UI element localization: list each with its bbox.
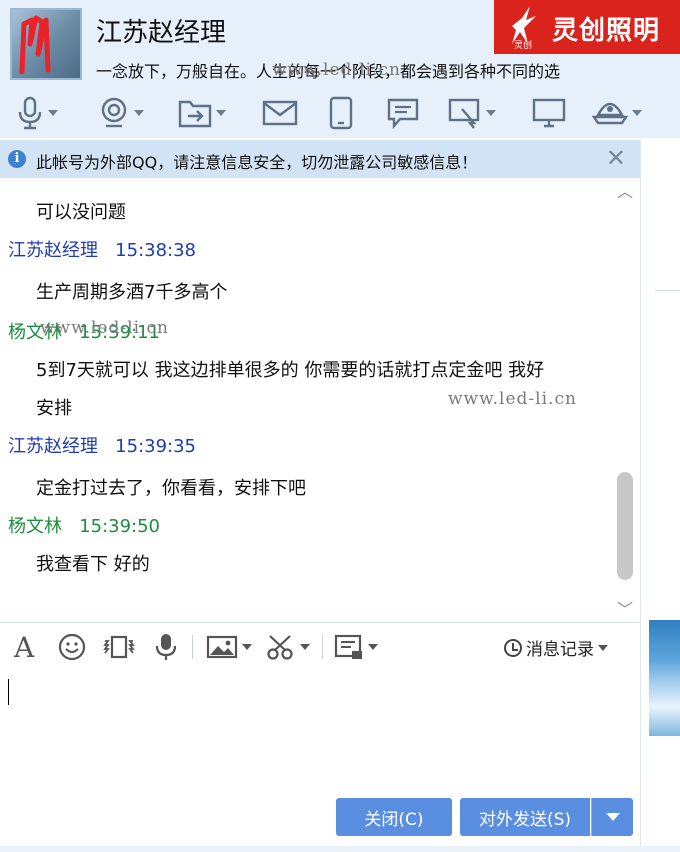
scroll-up-icon[interactable]: ︿ [614,184,636,200]
watermark: www.led-li.cn [272,60,401,80]
message-text: 可以没问题 [36,202,126,223]
message-text: 我查看下 好的 [36,554,150,575]
text-cursor [8,679,9,705]
info-icon: i [8,150,26,168]
watermark: www.led-li.cn [448,389,577,409]
message-time: 15:39:50 [79,516,161,537]
right-side-panel [640,140,680,852]
notice-close-icon[interactable]: ✕ [606,146,626,170]
message-time: 15:39:35 [115,436,197,457]
contact-avatar[interactable] [10,8,82,80]
notice-text: 此帐号为外部QQ，请注意信息安全，切勿泄露公司敏感信息！ [36,153,478,172]
file-transfer-icon[interactable] [178,96,226,130]
brand-logo-sub: 灵创 [514,41,533,51]
message-header: 江苏赵经理 15:38:38 [8,236,196,262]
chevron-down-icon [605,813,620,821]
message-sender[interactable]: 江苏赵经理 [8,436,98,457]
message-header: 江苏赵经理 15:39:35 [8,432,196,458]
message-history-label: 消息记录 [526,640,594,660]
scroll-down-icon[interactable]: ﹀ [614,602,636,618]
monitor-icon[interactable] [532,96,566,130]
panel-image [649,620,680,736]
message-time: 15:38:38 [115,240,197,261]
message-text: 定金打过去了，你看看，安排下吧 [36,478,306,499]
message-sender[interactable]: 江苏赵经理 [8,240,98,261]
mail-icon[interactable] [262,96,298,130]
watermark: www.led-li.cn [40,318,169,338]
font-icon[interactable]: A [14,631,34,664]
chat-scrollbar[interactable] [617,472,633,580]
brand-logo-text: 灵创照明 [552,16,661,46]
brand-logo: 灵创照明 灵创 [494,0,680,54]
message-input[interactable] [0,671,640,791]
camera-icon[interactable] [98,96,144,130]
message-text-continued: 安排 [36,398,72,419]
message-header: 杨文林 15:39:50 [8,512,160,538]
chat-bubble-icon[interactable] [386,96,420,130]
shake-icon[interactable] [102,631,136,663]
screen-share-icon[interactable] [448,96,496,130]
app-dock-icon[interactable] [592,96,642,130]
message-sender[interactable]: 杨文林 [8,516,62,537]
call-toolbar [0,90,680,138]
message-template-icon[interactable] [334,631,378,663]
voice-message-icon[interactable] [154,631,178,663]
message-text: 5到7天就可以 我这边排单很多的 你需要的话就打点定金吧 我好 [36,360,545,381]
send-button[interactable]: 对外发送(S) [460,798,590,836]
avatar-scribble [19,15,51,74]
toolbar-separator [192,635,193,659]
microphone-icon[interactable] [16,96,58,130]
mobile-icon[interactable] [328,96,354,130]
contact-name[interactable]: 江苏赵经理 [96,12,226,49]
panel-divider [655,290,680,291]
input-toolbar: A 消息记录 [0,623,640,671]
clock-icon [504,638,522,657]
image-icon[interactable] [206,631,252,663]
security-notice: i 此帐号为外部QQ，请注意信息安全，切勿泄露公司敏感信息！ ✕ [0,140,640,178]
send-options-button[interactable] [591,798,633,836]
message-text: 生产周期多酒7千多高个 [36,282,228,303]
screenshot-scissors-icon[interactable] [266,631,310,663]
toolbar-separator [322,635,323,659]
window-bottom-edge [0,846,680,852]
emoji-icon[interactable] [58,631,86,663]
message-history-button[interactable]: 消息记录 [504,635,608,660]
close-button[interactable]: 关闭(C) [336,798,452,836]
